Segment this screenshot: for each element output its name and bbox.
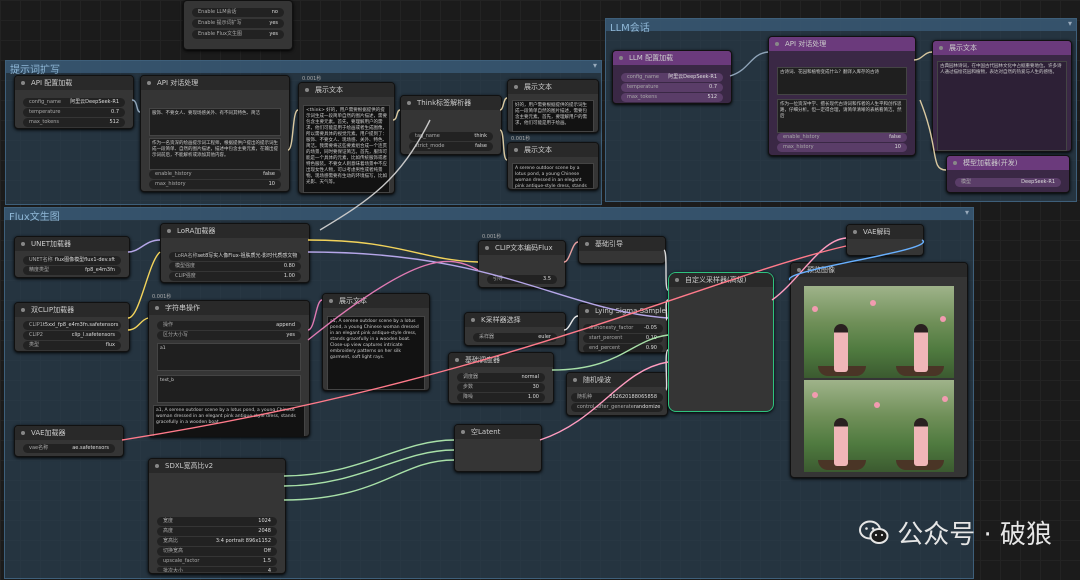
watermark: 公众号 · 破狼 bbox=[859, 514, 1052, 551]
wire bbox=[551, 334, 669, 371]
wire bbox=[919, 99, 947, 171]
wire bbox=[307, 251, 669, 319]
wire bbox=[127, 251, 161, 319]
wire bbox=[287, 109, 299, 151]
wire bbox=[665, 349, 669, 391]
wire bbox=[392, 109, 401, 121]
wire bbox=[307, 260, 479, 341]
wire bbox=[283, 449, 455, 487]
wire bbox=[789, 239, 924, 281]
wire bbox=[665, 299, 669, 321]
wire bbox=[771, 237, 847, 301]
wire bbox=[131, 99, 141, 113]
wire bbox=[663, 249, 669, 291]
wechat-icon-shape bbox=[859, 520, 889, 544]
wire bbox=[319, 119, 431, 231]
wire bbox=[539, 361, 669, 441]
wire bbox=[127, 239, 161, 253]
wire bbox=[563, 315, 579, 331]
wire bbox=[121, 245, 847, 441]
wire bbox=[913, 51, 933, 61]
wire bbox=[307, 299, 323, 331]
wire bbox=[283, 459, 455, 501]
wire bbox=[499, 97, 508, 111]
wechat-icon bbox=[859, 520, 889, 546]
wire bbox=[729, 51, 769, 77]
watermark-text: 公众号 · 破狼 bbox=[897, 520, 1052, 550]
wire bbox=[307, 239, 479, 263]
wire bbox=[499, 129, 508, 161]
wire bbox=[127, 317, 149, 331]
connection-wires bbox=[121, 51, 947, 501]
wire bbox=[563, 241, 579, 263]
